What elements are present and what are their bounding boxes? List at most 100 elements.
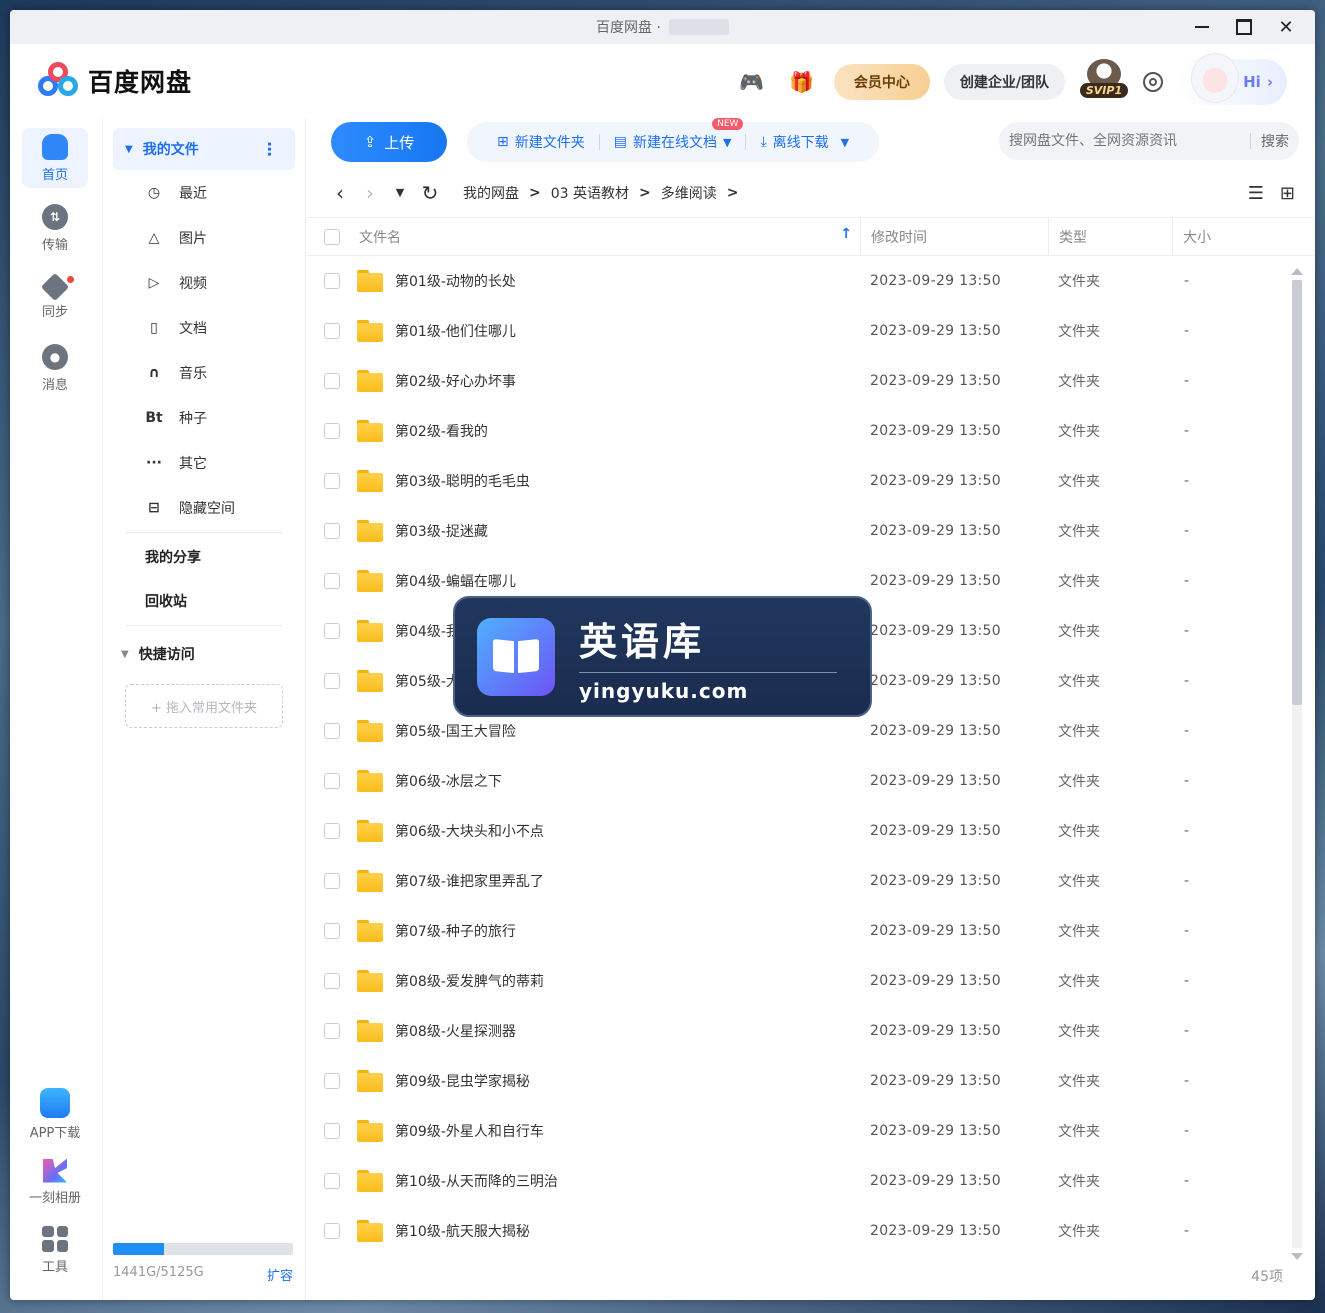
- rail-item-tools[interactable]: 工具: [22, 1220, 88, 1280]
- row-checkbox[interactable]: [324, 623, 340, 639]
- sidebar-item[interactable]: ▯ 文档: [103, 305, 305, 350]
- sidebar-item[interactable]: ◷ 最近: [103, 170, 305, 215]
- rail-item-album[interactable]: 一刻相册: [22, 1152, 88, 1212]
- row-checkbox[interactable]: [324, 723, 340, 739]
- history-dropdown-icon[interactable]: ▼: [385, 186, 415, 199]
- table-row[interactable]: 第10级-航天服大揭秘 2023-09-29 13:50 文件夹 -: [307, 1206, 1315, 1256]
- rail-item-transfer[interactable]: ⇅ 传输: [22, 198, 88, 258]
- sidebar-my-share[interactable]: 我的分享: [103, 535, 305, 579]
- row-checkbox[interactable]: [324, 573, 340, 589]
- column-time-header[interactable]: 修改时间: [860, 217, 1048, 256]
- create-team-button[interactable]: 创建企业/团队: [943, 64, 1065, 100]
- file-name[interactable]: 第01级-他们住哪儿: [395, 321, 516, 341]
- new-online-doc-button[interactable]: ▤ 新建在线文档 ▼ NEW: [600, 118, 746, 152]
- file-name[interactable]: 第02级-看我的: [395, 421, 488, 441]
- upload-button[interactable]: ⇪ 上传: [331, 122, 447, 162]
- row-checkbox[interactable]: [324, 873, 340, 889]
- table-row[interactable]: 第03级-捉迷藏 2023-09-29 13:50 文件夹 -: [307, 506, 1315, 556]
- vip-center-button[interactable]: 会员中心: [833, 64, 930, 100]
- offline-download-button[interactable]: ⤓ 离线下载 ▼: [746, 132, 863, 152]
- file-name[interactable]: 第07级-谁把家里弄乱了: [395, 871, 544, 891]
- drop-common-folder-zone[interactable]: + 拖入常用文件夹: [125, 684, 283, 728]
- row-checkbox[interactable]: [324, 923, 340, 939]
- sidebar-item[interactable]: ∩ 音乐: [103, 350, 305, 395]
- refresh-icon[interactable]: ↻: [415, 181, 445, 205]
- file-name[interactable]: 第10级-航天服大揭秘: [395, 1221, 530, 1241]
- rail-item-app-download[interactable]: APP下载: [22, 1084, 88, 1144]
- rail-item-message[interactable]: ● 消息: [22, 338, 88, 398]
- row-checkbox[interactable]: [324, 273, 340, 289]
- sidebar-recycle-bin[interactable]: 回收站: [103, 579, 305, 623]
- file-name[interactable]: 第02级-好心办坏事: [395, 371, 516, 391]
- scroll-down-icon[interactable]: [1291, 1253, 1303, 1260]
- row-checkbox[interactable]: [324, 323, 340, 339]
- table-row[interactable]: 第08级-火星探测器 2023-09-29 13:50 文件夹 -: [307, 1006, 1315, 1056]
- column-type-header[interactable]: 类型: [1048, 217, 1172, 256]
- table-row[interactable]: 第02级-看我的 2023-09-29 13:50 文件夹 -: [307, 406, 1315, 456]
- rail-item-sync[interactable]: 同步: [22, 268, 88, 328]
- sidebar-item[interactable]: ⊟ 隐藏空间: [103, 485, 305, 530]
- sidebar-quick-access[interactable]: ▼ 快捷访问: [103, 632, 305, 676]
- breadcrumb-item[interactable]: 多维阅读: [661, 183, 717, 203]
- breadcrumb-item[interactable]: 03 英语教材: [551, 183, 629, 203]
- maximize-button[interactable]: [1233, 16, 1255, 38]
- select-all-checkbox[interactable]: [324, 228, 340, 245]
- row-checkbox[interactable]: [324, 823, 340, 839]
- row-checkbox[interactable]: [324, 1123, 340, 1139]
- table-row[interactable]: 第08级-爱发脾气的蒂莉 2023-09-29 13:50 文件夹 -: [307, 956, 1315, 1006]
- new-folder-button[interactable]: ⊞ 新建文件夹: [483, 132, 599, 152]
- expand-storage-link[interactable]: 扩容: [267, 1265, 293, 1284]
- avatar[interactable]: SVIP1: [1079, 59, 1129, 105]
- table-row[interactable]: 第02级-好心办坏事 2023-09-29 13:50 文件夹 -: [307, 356, 1315, 406]
- row-checkbox[interactable]: [324, 423, 340, 439]
- row-checkbox[interactable]: [324, 673, 340, 689]
- sidebar-item[interactable]: ▷ 视频: [103, 260, 305, 305]
- table-row[interactable]: 第01级-动物的长处 2023-09-29 13:50 文件夹 -: [307, 256, 1315, 306]
- sidebar-my-files[interactable]: ▼ 我的文件 ···: [113, 128, 295, 170]
- row-checkbox[interactable]: [324, 773, 340, 789]
- table-row[interactable]: 第09级-昆虫学家揭秘 2023-09-29 13:50 文件夹 -: [307, 1056, 1315, 1106]
- file-name[interactable]: 第01级-动物的长处: [395, 271, 516, 291]
- search-input[interactable]: [1009, 133, 1240, 149]
- row-checkbox[interactable]: [324, 1223, 340, 1239]
- sort-list-icon[interactable]: ☰: [1248, 183, 1264, 204]
- file-name[interactable]: 第08级-爱发脾气的蒂莉: [395, 971, 544, 991]
- more-vertical-icon[interactable]: ···: [260, 141, 279, 156]
- table-row[interactable]: 第06级-大块头和小不点 2023-09-29 13:50 文件夹 -: [307, 806, 1315, 856]
- settings-icon[interactable]: [1143, 72, 1163, 92]
- table-row[interactable]: 第07级-种子的旅行 2023-09-29 13:50 文件夹 -: [307, 906, 1315, 956]
- forward-icon[interactable]: ›: [355, 181, 385, 205]
- search-button[interactable]: 搜索: [1261, 131, 1289, 151]
- grid-view-icon[interactable]: ⊞: [1280, 183, 1295, 204]
- close-button[interactable]: ✕: [1275, 16, 1297, 38]
- file-name[interactable]: 第06级-冰层之下: [395, 771, 502, 791]
- file-name[interactable]: 第03级-聪明的毛毛虫: [395, 471, 530, 491]
- gamepad-icon[interactable]: 🎮: [734, 64, 770, 100]
- breadcrumb-item[interactable]: 我的网盘: [463, 183, 519, 203]
- file-name[interactable]: 第04级-蝙蝠在哪儿: [395, 571, 516, 591]
- table-row[interactable]: 第01级-他们住哪儿 2023-09-29 13:50 文件夹 -: [307, 306, 1315, 356]
- table-row[interactable]: 第06级-冰层之下 2023-09-29 13:50 文件夹 -: [307, 756, 1315, 806]
- scroll-thumb[interactable]: [1292, 280, 1302, 705]
- row-checkbox[interactable]: [324, 373, 340, 389]
- table-row[interactable]: 第03级-聪明的毛毛虫 2023-09-29 13:50 文件夹 -: [307, 456, 1315, 506]
- file-name[interactable]: 第05级-大: [395, 671, 460, 691]
- minimize-button[interactable]: [1191, 16, 1213, 38]
- row-checkbox[interactable]: [324, 973, 340, 989]
- scroll-up-icon[interactable]: [1291, 268, 1303, 275]
- file-name[interactable]: 第07级-种子的旅行: [395, 921, 516, 941]
- row-checkbox[interactable]: [324, 473, 340, 489]
- rail-item-home[interactable]: 首页: [22, 128, 88, 188]
- sidebar-item[interactable]: △ 图片: [103, 215, 305, 260]
- file-name[interactable]: 第06级-大块头和小不点: [395, 821, 544, 841]
- assistant-hi-button[interactable]: Hi ›: [1177, 53, 1287, 105]
- sidebar-item[interactable]: ··· 其它: [103, 440, 305, 485]
- sidebar-item[interactable]: Bt 种子: [103, 395, 305, 440]
- row-checkbox[interactable]: [324, 1173, 340, 1189]
- row-checkbox[interactable]: [324, 523, 340, 539]
- back-icon[interactable]: ‹: [325, 181, 355, 205]
- table-row[interactable]: 第10级-从天而降的三明治 2023-09-29 13:50 文件夹 -: [307, 1156, 1315, 1206]
- table-row[interactable]: 第09级-外星人和自行车 2023-09-29 13:50 文件夹 -: [307, 1106, 1315, 1156]
- scrollbar[interactable]: [1291, 268, 1303, 1260]
- row-checkbox[interactable]: [324, 1073, 340, 1089]
